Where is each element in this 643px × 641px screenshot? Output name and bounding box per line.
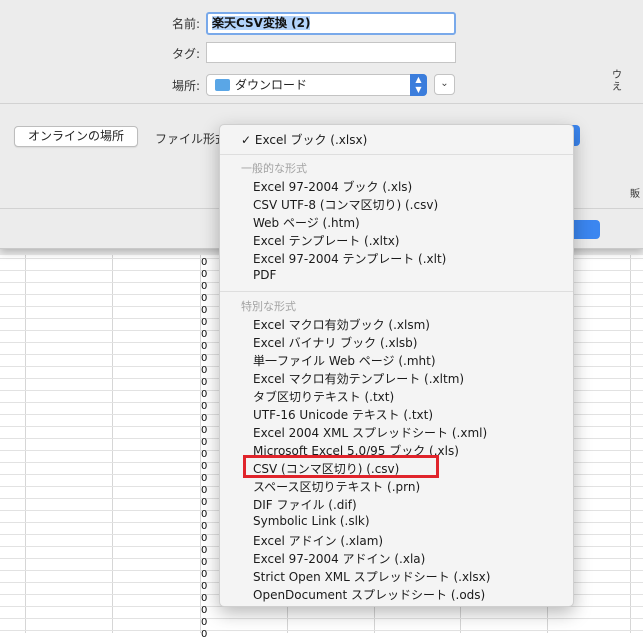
- sheet-cell[interactable]: 0: [201, 473, 207, 485]
- sheet-cell[interactable]: 0: [201, 461, 207, 473]
- side-fragment-2: 販: [630, 189, 640, 200]
- chevron-down-icon: ⌄: [440, 78, 449, 89]
- sheet-cell[interactable]: 0: [201, 437, 207, 449]
- sheet-cell[interactable]: 0: [201, 317, 207, 329]
- side-fragment: ウ え: [612, 70, 622, 93]
- menu-item-format[interactable]: Excel テンプレート (.xltx): [253, 232, 399, 249]
- sheet-cell[interactable]: 0: [201, 389, 207, 401]
- menu-separator: [220, 291, 573, 292]
- sheet-cell[interactable]: 0: [201, 557, 207, 569]
- sheet-cell[interactable]: 0: [201, 305, 207, 317]
- menu-item-format[interactable]: Excel 2004 XML スプレッドシート (.xml): [253, 424, 487, 441]
- sheet-cell[interactable]: 0: [201, 605, 207, 617]
- menu-item-format[interactable]: Excel 97-2004 ブック (.xls): [253, 178, 412, 195]
- menu-separator: [220, 154, 573, 155]
- sheet-cell[interactable]: 0: [201, 581, 207, 593]
- sheet-cell[interactable]: 0: [201, 629, 207, 641]
- sheet-cell[interactable]: 0: [201, 569, 207, 581]
- sheet-column-line: [25, 255, 26, 633]
- menu-item-format[interactable]: タブ区切りテキスト (.txt): [253, 388, 394, 405]
- sheet-column-line: [112, 255, 113, 633]
- sheet-cell[interactable]: 0: [201, 401, 207, 413]
- menu-item-format[interactable]: Excel 97-2004 アドイン (.xla): [253, 550, 425, 567]
- sheet-cell[interactable]: 0: [201, 449, 207, 461]
- sheet-cell[interactable]: 0: [201, 341, 207, 353]
- menu-item-format[interactable]: CSV UTF-8 (コンマ区切り) (.csv): [253, 196, 438, 213]
- sheet-cell[interactable]: 0: [201, 293, 207, 305]
- chevron-updown-icon: ▲ ▼: [410, 74, 427, 96]
- sheet-cell[interactable]: 0: [201, 257, 207, 269]
- sheet-cell[interactable]: 0: [201, 281, 207, 293]
- sheet-column-line: [630, 255, 631, 633]
- sheet-row-line: [0, 630, 643, 631]
- menu-item-format[interactable]: Excel 97-2004 テンプレート (.xlt): [253, 250, 446, 267]
- sheet-cell[interactable]: 0: [201, 617, 207, 629]
- location-value: ダウンロード: [235, 78, 308, 92]
- tags-field[interactable]: [206, 42, 456, 63]
- sheet-cell[interactable]: 0: [201, 413, 207, 425]
- file-format-menu[interactable]: ✓ Excel ブック (.xlsx) 一般的な形式 Excel 97-2004…: [219, 124, 574, 607]
- selected-format-label: Excel ブック (.xlsx): [254, 133, 368, 147]
- sheet-cell[interactable]: 0: [201, 521, 207, 533]
- sheet-cell[interactable]: 0: [201, 593, 207, 605]
- expand-dialog-button[interactable]: ⌄: [434, 74, 455, 95]
- sheet-cell[interactable]: 0: [201, 509, 207, 521]
- sheet-cell[interactable]: 0: [201, 329, 207, 341]
- red-highlight-box: [243, 455, 439, 478]
- sheet-cell[interactable]: 0: [201, 497, 207, 509]
- sheet-cell[interactable]: 0: [201, 353, 207, 365]
- menu-item-format[interactable]: OpenDocument スプレッドシート (.ods): [253, 586, 485, 603]
- menu-item-format[interactable]: Excel アドイン (.xlam): [253, 532, 383, 549]
- checkmark-icon: ✓: [241, 133, 252, 147]
- menu-item-format[interactable]: 単一ファイル Web ページ (.mht): [253, 352, 436, 369]
- dialog-separator: [0, 103, 643, 104]
- sheet-cell[interactable]: 0: [201, 485, 207, 497]
- menu-item-format[interactable]: PDF: [253, 268, 276, 282]
- sheet-cell[interactable]: 0: [201, 269, 207, 281]
- sheet-cell[interactable]: 0: [201, 533, 207, 545]
- menu-item-format[interactable]: スペース区切りテキスト (.prn): [253, 478, 420, 495]
- sheet-cell[interactable]: 0: [201, 365, 207, 377]
- sheet-cell[interactable]: 0: [201, 377, 207, 389]
- tags-label: タグ:: [171, 47, 200, 61]
- menu-item-format[interactable]: Web ページ (.htm): [253, 214, 360, 231]
- menu-item-format[interactable]: Symbolic Link (.slk): [253, 514, 370, 528]
- sheet-row-line: [0, 618, 643, 619]
- common-formats-header: 一般的な形式: [241, 162, 307, 175]
- menu-item-format[interactable]: DIF ファイル (.dif): [253, 496, 357, 513]
- sheet-cell[interactable]: 0: [201, 425, 207, 437]
- menu-item-format[interactable]: Excel バイナリ ブック (.xlsb): [253, 334, 417, 351]
- menu-item-format[interactable]: UTF-16 Unicode テキスト (.txt): [253, 406, 433, 423]
- sheet-cell[interactable]: 0: [201, 545, 207, 557]
- filename-value: 楽天CSV変換 (2): [212, 16, 311, 30]
- menu-item-format[interactable]: Excel マクロ有効ブック (.xlsm): [253, 316, 430, 333]
- menu-item-format[interactable]: Excel マクロ有効テンプレート (.xltm): [253, 370, 464, 387]
- menu-item-selected[interactable]: ✓ Excel ブック (.xlsx): [241, 131, 367, 148]
- filename-field[interactable]: 楽天CSV変換 (2): [206, 12, 456, 35]
- online-locations-button[interactable]: オンラインの場所: [14, 126, 138, 147]
- location-popup[interactable]: ダウンロード ▲ ▼: [206, 74, 427, 96]
- name-label: 名前:: [171, 17, 200, 31]
- location-label: 場所:: [171, 79, 200, 93]
- special-formats-header: 特別な形式: [241, 300, 296, 313]
- menu-item-format[interactable]: Strict Open XML スプレッドシート (.xlsx): [253, 568, 490, 585]
- file-format-label: ファイル形式: [155, 132, 228, 146]
- downloads-folder-icon: [215, 79, 230, 91]
